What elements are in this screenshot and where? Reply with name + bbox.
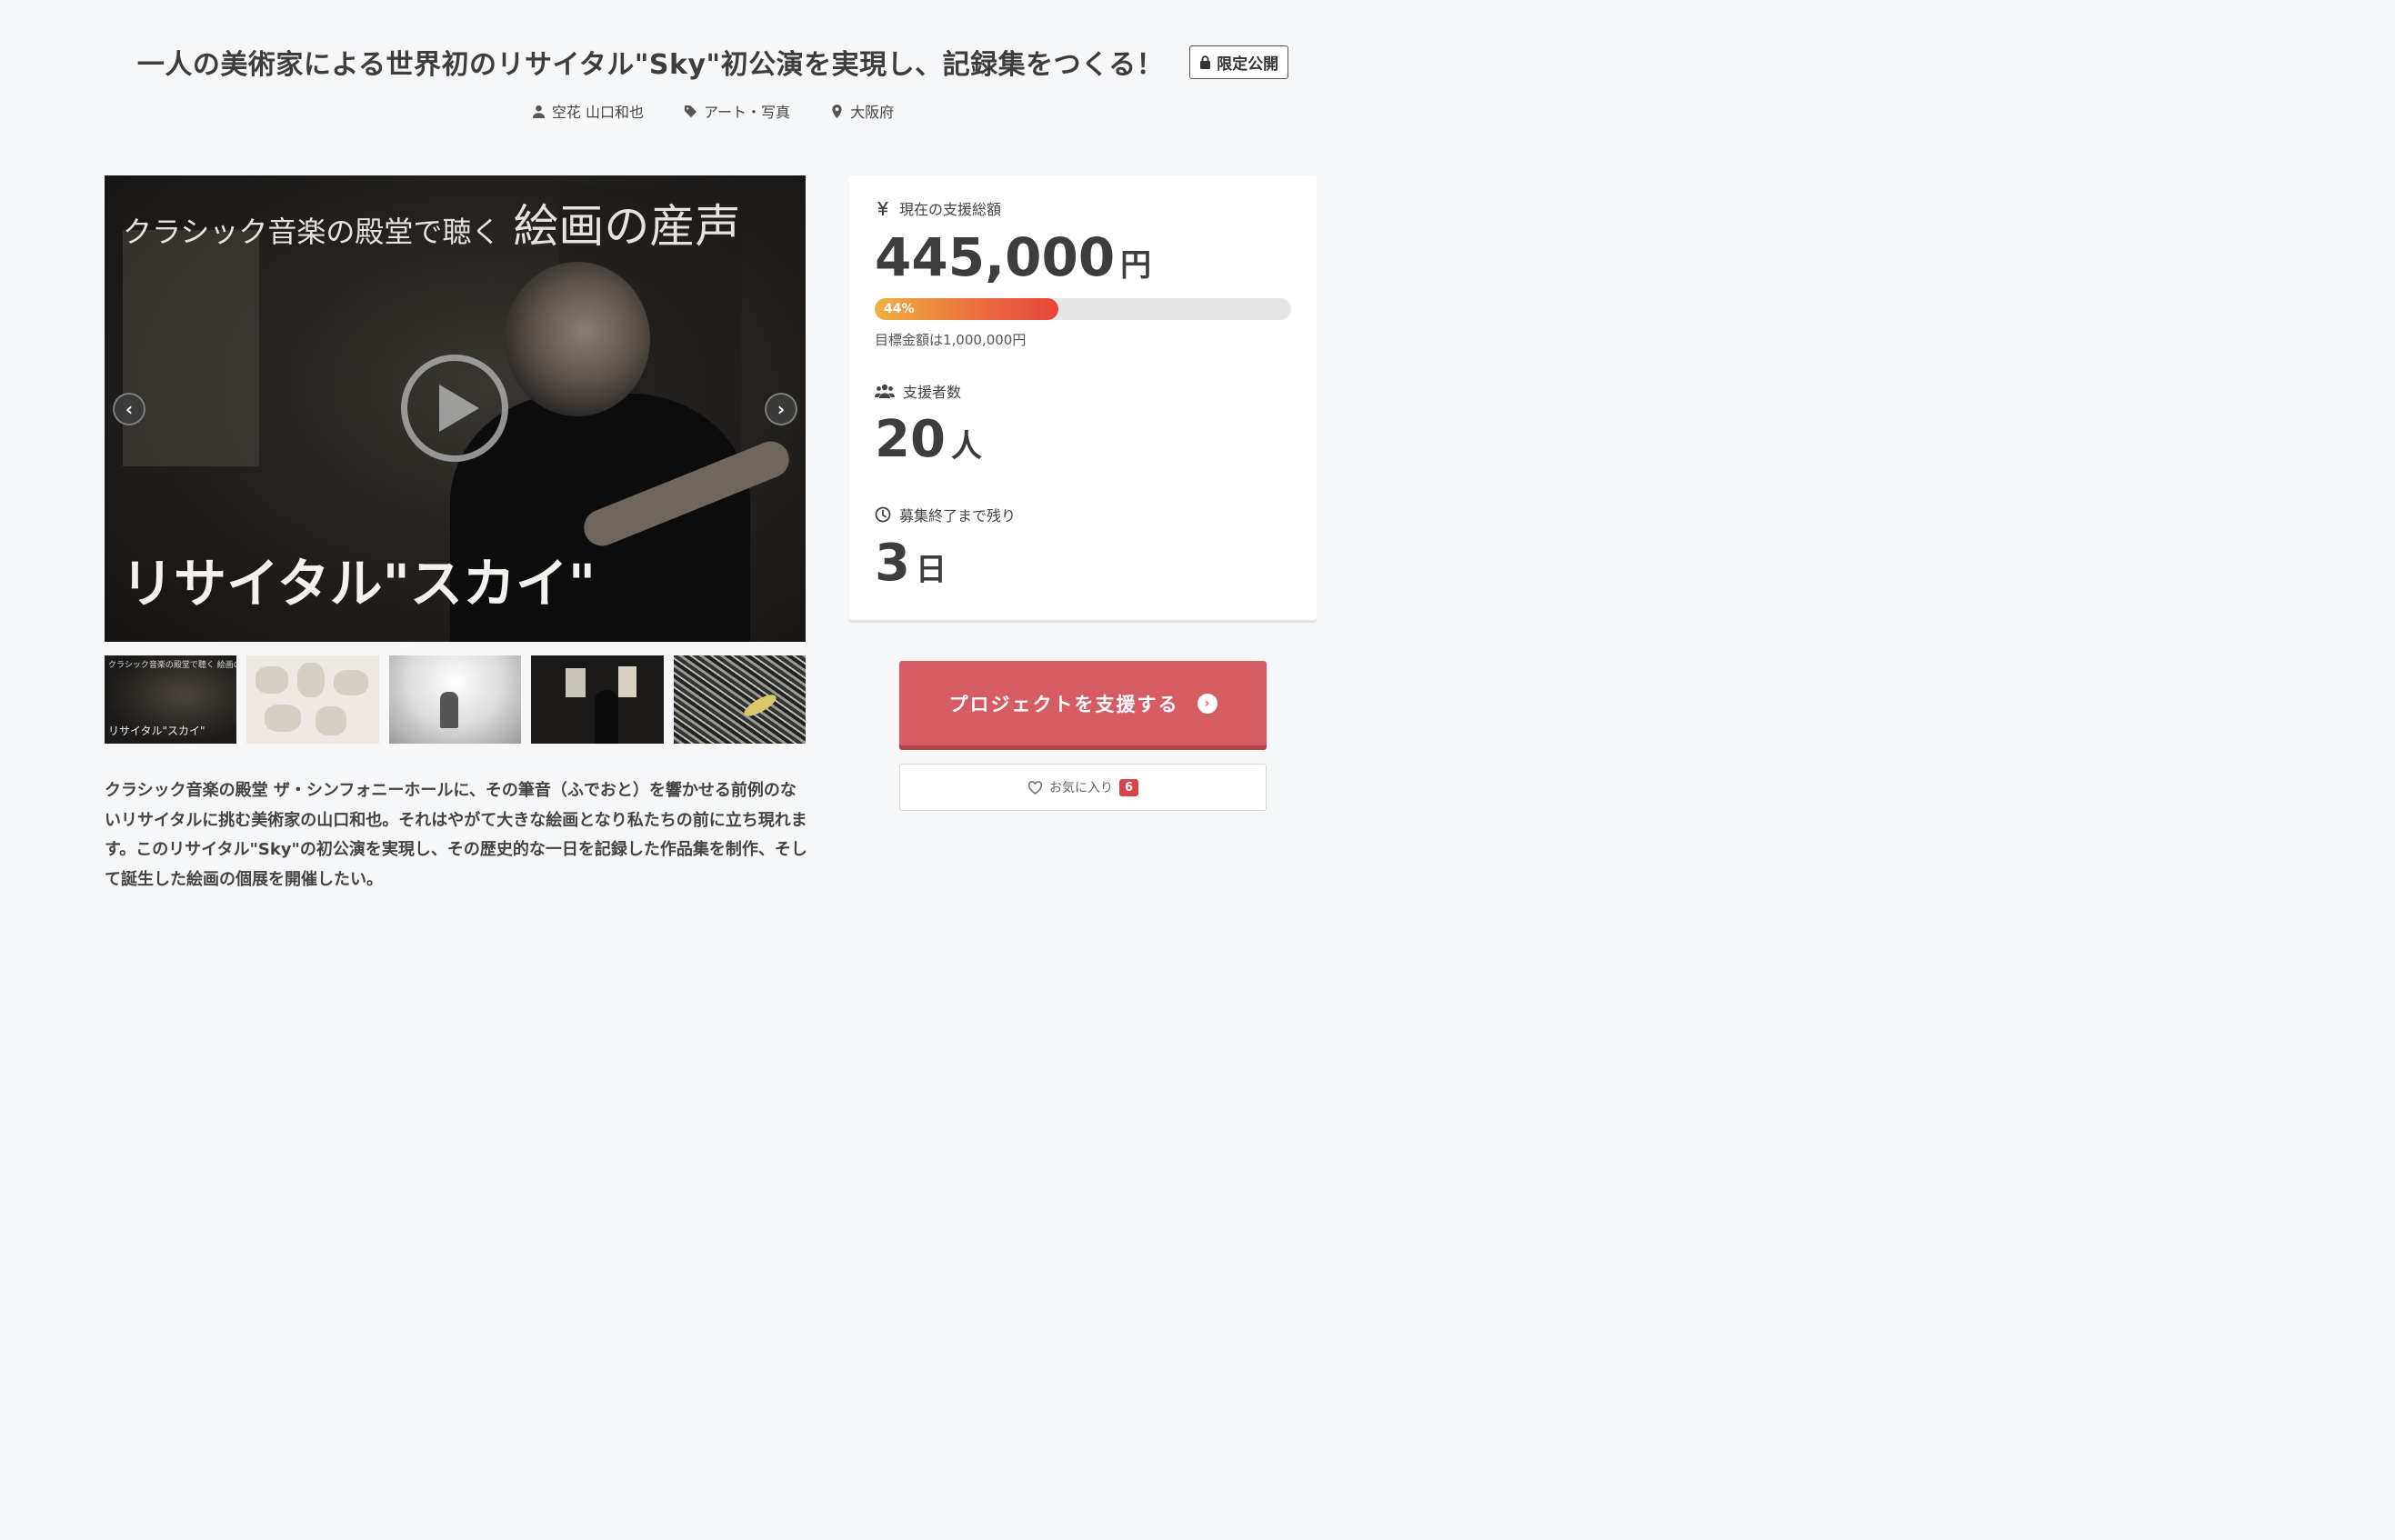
tag-icon bbox=[684, 105, 697, 117]
hero-bg-panel bbox=[123, 230, 259, 466]
project-header: 一人の美術家による世界初のリサイタル"Sky"初公演を実現し、記録集をつくる！ … bbox=[0, 36, 1426, 87]
owner-link[interactable]: 空花 山口和也 bbox=[532, 98, 644, 124]
chevron-left-icon: ‹ bbox=[125, 398, 134, 420]
supporters-value: 20 人 bbox=[875, 410, 982, 469]
thumbnail[interactable] bbox=[673, 655, 807, 744]
thumbnail-strip: クラシック音楽の殿堂で聴く 絵画の産声 リサイタル"スカイ" bbox=[105, 655, 807, 744]
amount-value: 445,000 円 bbox=[875, 226, 1152, 288]
thumbnail[interactable] bbox=[531, 655, 664, 744]
hero-figure bbox=[505, 262, 650, 416]
supporters-label: 支援者数 bbox=[875, 380, 961, 402]
user-icon bbox=[532, 105, 545, 118]
thumbnail-figure bbox=[439, 692, 458, 728]
hero-caption-small: クラシック音楽の殿堂で聴く bbox=[123, 215, 501, 249]
funding-stats-card: 現在の支援総額 445,000 円 44% 目標金額は1,000,000円 支援者… bbox=[849, 175, 1317, 620]
owner-name: 空花 山口和也 bbox=[551, 104, 645, 121]
project-meta: 空花 山口和也 アート・写真 大阪府 bbox=[0, 98, 1426, 124]
favorite-count-badge: 6 bbox=[1118, 778, 1139, 796]
amount-label: 現在の支援総額 bbox=[875, 197, 1001, 219]
users-icon bbox=[875, 384, 895, 398]
funding-progress-bar: 44% bbox=[875, 298, 1291, 320]
lock-icon bbox=[1200, 55, 1211, 69]
arrow-right-circle-icon: › bbox=[1197, 693, 1218, 714]
location-name: 大阪府 bbox=[850, 104, 895, 121]
location-link[interactable]: 大阪府 bbox=[830, 98, 894, 124]
carousel-prev-button[interactable]: ‹ bbox=[113, 393, 145, 425]
clock-icon bbox=[875, 506, 891, 523]
map-pin-icon bbox=[832, 104, 842, 118]
funding-progress-fill: 44% bbox=[875, 298, 1058, 320]
remaining-value: 3日 bbox=[875, 534, 947, 593]
carousel-next-button[interactable]: › bbox=[765, 393, 797, 425]
hero-caption-bottom: リサイタル"スカイ" bbox=[121, 553, 596, 615]
thumbnail[interactable] bbox=[388, 655, 522, 744]
category-name: アート・写真 bbox=[704, 104, 791, 121]
thumbnail[interactable] bbox=[246, 655, 379, 744]
yen-icon bbox=[877, 202, 888, 215]
project-summary: クラシック音楽の殿堂 ザ・シンフォニーホールに、その筆音（ふでおと）を響かせる前… bbox=[105, 781, 807, 889]
hero-caption-big: 絵画の産声 bbox=[513, 200, 741, 253]
progress-percent: 44% bbox=[884, 302, 915, 316]
heart-icon bbox=[1027, 780, 1043, 795]
hero-video[interactable]: クラシック音楽の殿堂で聴く 絵画の産声 リサイタル"スカイ" ‹ › bbox=[105, 175, 806, 642]
limited-badge: 限定公開 bbox=[1189, 45, 1289, 79]
support-project-button[interactable]: プロジェクトを支援する › bbox=[899, 661, 1267, 745]
favorite-button[interactable]: お気に入り 6 bbox=[899, 764, 1267, 811]
page-title: 一人の美術家による世界初のリサイタル"Sky"初公演を実現し、記録集をつくる！ bbox=[136, 49, 1165, 81]
support-button-label: プロジェクトを支援する bbox=[948, 693, 1179, 715]
chevron-right-icon: › bbox=[777, 398, 786, 420]
play-button[interactable] bbox=[401, 355, 508, 462]
thumbnail[interactable]: クラシック音楽の殿堂で聴く 絵画の産声 リサイタル"スカイ" bbox=[105, 655, 237, 744]
category-link[interactable]: アート・写真 bbox=[684, 98, 790, 124]
play-icon bbox=[439, 385, 479, 432]
thumbnail-caption: クラシック音楽の殿堂で聴く 絵画の産声 bbox=[108, 661, 236, 670]
badge-label: 限定公開 bbox=[1217, 55, 1279, 74]
remaining-label: 募集終了まで残り bbox=[875, 504, 1016, 525]
thumbnail-caption: リサイタル"スカイ" bbox=[108, 725, 205, 737]
hero-caption-top: クラシック音楽の殿堂で聴く 絵画の産声 bbox=[123, 190, 740, 255]
favorite-label: お気に入り bbox=[1048, 781, 1113, 795]
goal-amount: 目標金額は1,000,000円 bbox=[875, 332, 1027, 348]
